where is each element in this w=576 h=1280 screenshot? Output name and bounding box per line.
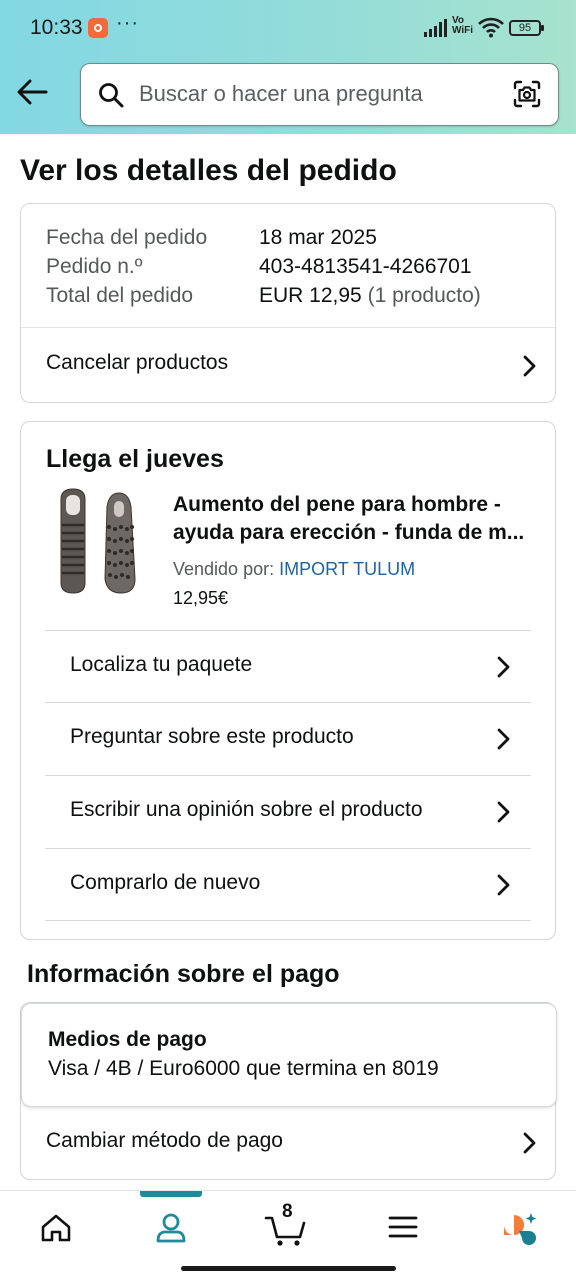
chevron-right-icon xyxy=(523,1132,536,1154)
write-review-label: Escribir una opinión sobre el producto xyxy=(70,798,423,821)
page-title: Ver los detalles del pedido xyxy=(20,154,397,187)
cart-button[interactable]: 8 xyxy=(258,1201,318,1251)
ask-about-product-link[interactable]: Preguntar sobre este producto xyxy=(21,703,555,775)
ask-about-product-label: Preguntar sobre este producto xyxy=(70,725,354,748)
notification-app-icon xyxy=(88,18,108,38)
status-bar: 10:33 ··· Vo WiFi 95 xyxy=(0,0,576,56)
buy-again-link[interactable]: Comprarlo de nuevo xyxy=(21,849,555,921)
track-package-link[interactable]: Localiza tu paquete xyxy=(21,631,555,703)
chevron-right-icon xyxy=(523,355,536,377)
camera-scan-icon[interactable] xyxy=(512,79,542,109)
payment-card: Medios de pago Visa / 4B / Euro6000 que … xyxy=(20,1002,557,1180)
product-title-line-1: Aumento del pene para hombre - xyxy=(173,493,501,516)
vowifi-indicator: Vo WiFi xyxy=(452,16,473,36)
more-notifications-indicator: ··· xyxy=(116,12,139,34)
order-total-label: Total del pedido xyxy=(46,284,194,307)
order-summary-card: Fecha del pedido 18 mar 2025 Pedido n.º … xyxy=(20,203,556,403)
product-title-link[interactable]: Aumento del pene para hombre - ayuda par… xyxy=(173,491,538,547)
cancel-products-link[interactable]: Cancelar productos xyxy=(21,328,555,403)
product-image[interactable] xyxy=(51,487,146,597)
payment-methods-heading: Medios de pago xyxy=(48,1028,207,1051)
order-total-value: EUR 12,95 (1 producto) xyxy=(259,284,481,308)
home-icon[interactable] xyxy=(26,1205,86,1251)
active-tab-indicator xyxy=(140,1191,202,1197)
buy-again-label: Comprarlo de nuevo xyxy=(70,871,261,894)
delivery-heading: Llega el jueves xyxy=(46,445,224,473)
product-title-line-2: ayuda para erección - funda de m... xyxy=(173,521,525,544)
menu-icon[interactable] xyxy=(373,1205,433,1251)
order-number-label: Pedido n.º xyxy=(46,255,143,278)
payment-methods-value: Visa / 4B / Euro6000 que termina en 8019 xyxy=(48,1057,439,1080)
account-icon[interactable] xyxy=(141,1205,201,1251)
chevron-right-icon xyxy=(497,874,510,896)
sold-by: Vendido por: IMPORT TULUM xyxy=(173,559,415,580)
search-icon xyxy=(99,83,124,108)
chevron-right-icon xyxy=(497,801,510,823)
write-review-link[interactable]: Escribir una opinión sobre el producto xyxy=(21,776,555,848)
battery-icon: 95 xyxy=(509,20,544,36)
shipment-card: Llega el jueves Aumento del pene para ho… xyxy=(20,421,556,940)
order-total-count: (1 producto) xyxy=(367,284,481,307)
change-payment-method-link[interactable]: Cambiar método de pago xyxy=(21,1107,555,1179)
cart-count-badge: 8 xyxy=(282,1201,293,1222)
order-total-amount: EUR 12,95 xyxy=(259,284,362,307)
gesture-home-bar xyxy=(181,1266,396,1271)
divider xyxy=(45,920,531,921)
cancel-products-label: Cancelar productos xyxy=(46,351,229,374)
rufus-assistant-icon[interactable] xyxy=(490,1205,550,1251)
wifi-icon xyxy=(478,17,504,38)
status-time: 10:33 xyxy=(30,16,83,39)
change-payment-method-label: Cambiar método de pago xyxy=(46,1129,283,1152)
back-arrow-button[interactable] xyxy=(12,72,52,112)
order-date-value: 18 mar 2025 xyxy=(259,226,377,249)
signal-strength-icon xyxy=(424,19,447,37)
order-number-value: 403-4813541-4266701 xyxy=(259,255,472,278)
sold-by-label: Vendido por: xyxy=(173,559,275,579)
chevron-right-icon xyxy=(497,656,510,678)
order-date-label: Fecha del pedido xyxy=(46,226,208,249)
seller-link[interactable]: IMPORT TULUM xyxy=(279,559,415,579)
vowifi-label-wifi: WiFi xyxy=(452,25,474,36)
product-price: 12,95€ xyxy=(173,588,229,608)
payment-methods-box: Medios de pago Visa / 4B / Euro6000 que … xyxy=(21,1003,557,1107)
track-package-label: Localiza tu paquete xyxy=(70,653,253,676)
search-input[interactable] xyxy=(139,64,499,124)
chevron-right-icon xyxy=(497,728,510,750)
payment-section-title: Información sobre el pago xyxy=(27,960,340,988)
search-box[interactable] xyxy=(80,63,559,126)
